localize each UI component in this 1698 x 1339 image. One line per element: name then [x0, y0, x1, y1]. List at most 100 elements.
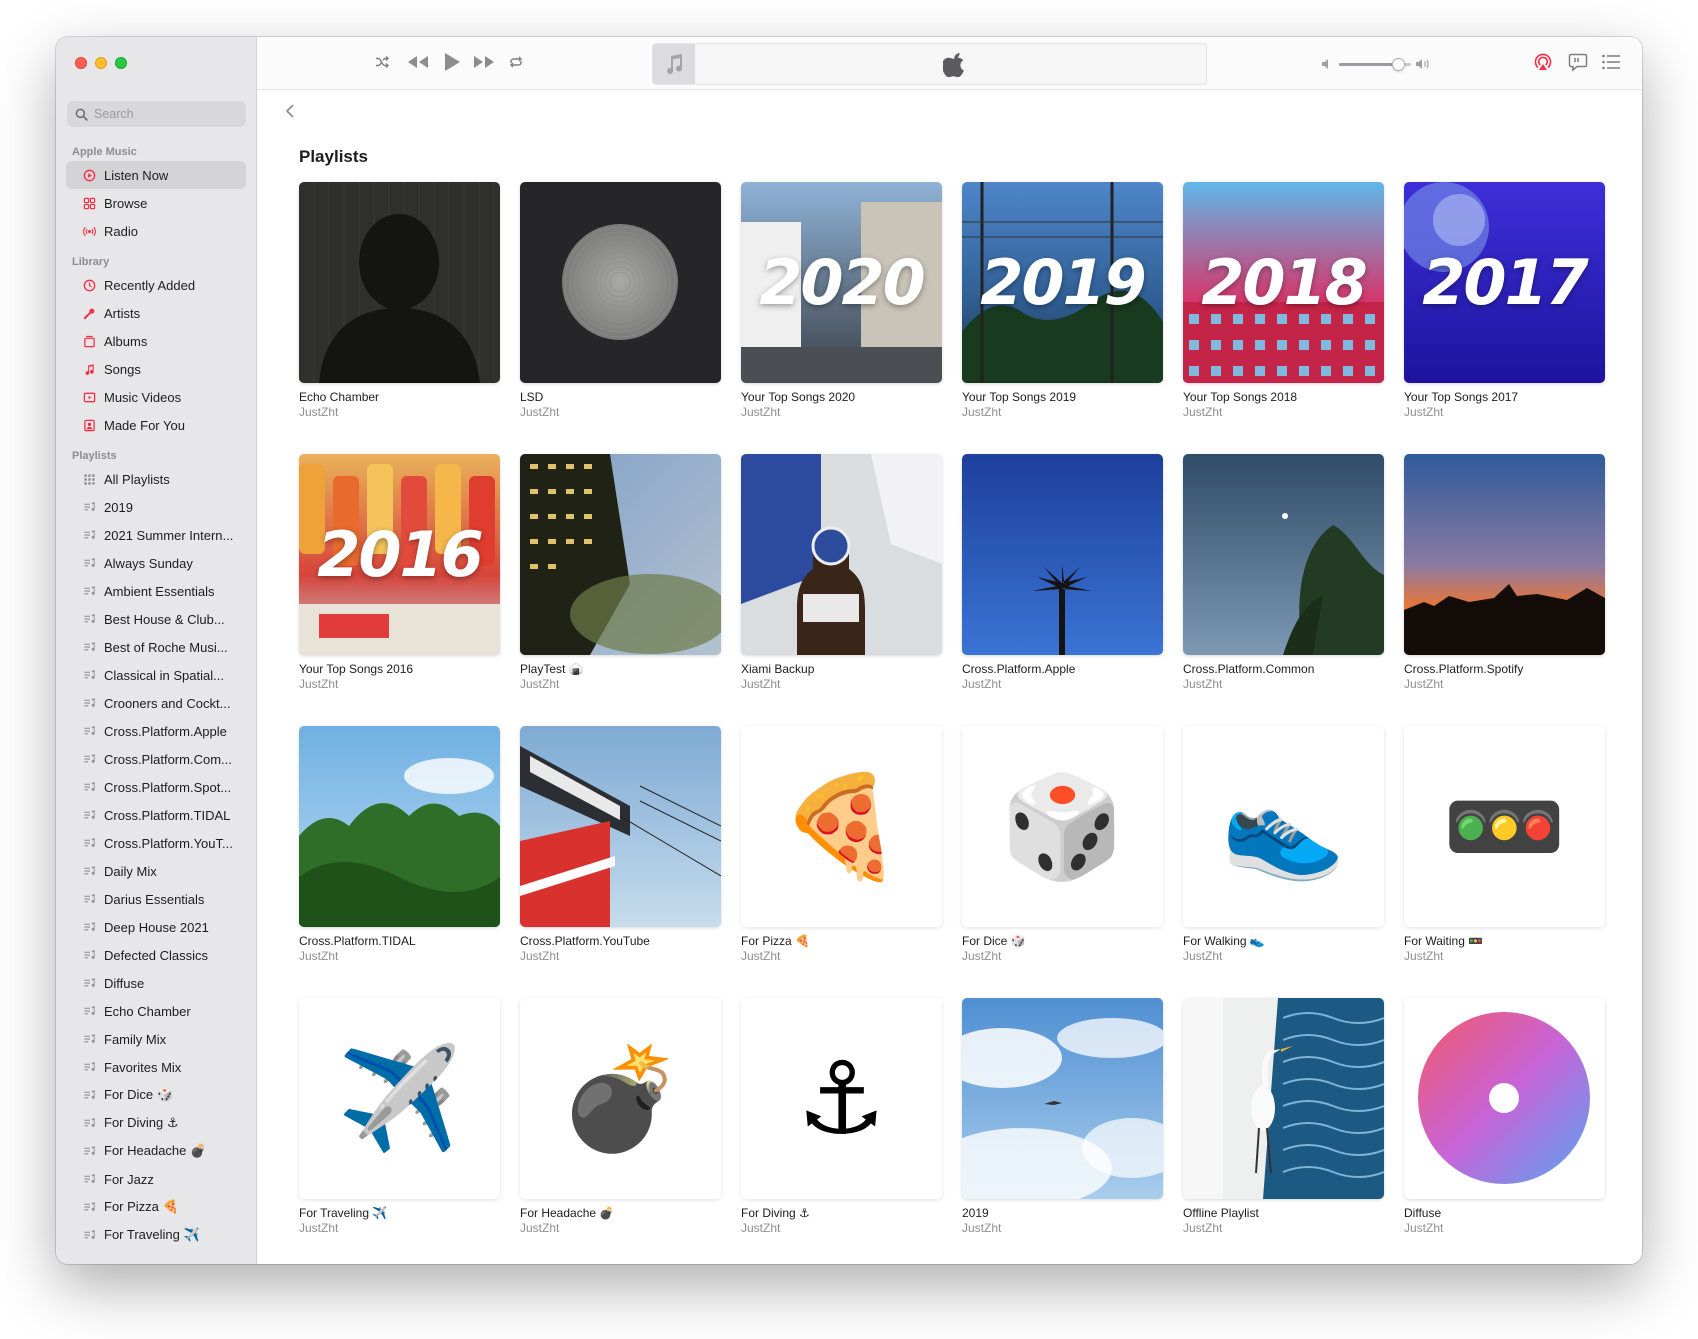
playlist-card-xiami-backup[interactable]: Xiami Backup JustZht	[741, 454, 942, 700]
sidebar-item-family-mix[interactable]: Family Mix	[66, 1025, 246, 1053]
sidebar-item-cross-platform-yout[interactable]: Cross.Platform.YouT...	[66, 829, 246, 857]
playlist-title[interactable]: Your Top Songs 2020	[741, 390, 942, 405]
playlist-card-your-top-songs-2019[interactable]: 2019 Your Top Songs 2019 JustZht	[962, 182, 1163, 428]
sidebar-item-music-videos[interactable]: Music Videos	[66, 383, 246, 411]
sidebar-item-made-for-you[interactable]: Made For You	[66, 411, 246, 439]
sidebar-item-songs[interactable]: Songs	[66, 355, 246, 383]
sidebar-item-cross-platform-com[interactable]: Cross.Platform.Com...	[66, 745, 246, 773]
playlist-card-2019[interactable]: 2019 JustZht	[962, 998, 1163, 1244]
sidebar-item-for-traveling[interactable]: For Traveling ✈️	[66, 1221, 246, 1249]
playlist-card-for-diving[interactable]: ⚓ For Diving ⚓ JustZht	[741, 998, 942, 1244]
playlist-artwork[interactable]: 🎲	[962, 726, 1163, 927]
playlist-artwork[interactable]	[962, 454, 1163, 655]
playlist-title[interactable]: Cross.Platform.TIDAL	[299, 934, 500, 949]
playlist-artwork[interactable]: ✈️	[299, 998, 500, 1199]
playlist-title[interactable]: For Dice 🎲	[962, 934, 1163, 949]
playlist-card-your-top-songs-2016[interactable]: 2016 Your Top Songs 2016 JustZht	[299, 454, 500, 700]
playlist-artwork[interactable]	[962, 998, 1163, 1199]
playlist-card-for-dice[interactable]: 🎲 For Dice 🎲 JustZht	[962, 726, 1163, 972]
previous-button[interactable]	[406, 54, 430, 70]
playlist-title[interactable]: Cross.Platform.Apple	[962, 662, 1163, 677]
playlist-artwork[interactable]: ⚓	[741, 998, 942, 1199]
sidebar-item-ambient-essentials[interactable]: Ambient Essentials	[66, 577, 246, 605]
zoom-window-button[interactable]	[115, 57, 127, 69]
sidebar-item-albums[interactable]: Albums	[66, 327, 246, 355]
playlist-title[interactable]: For Waiting 🚥	[1404, 934, 1605, 949]
playlist-artwork[interactable]	[520, 454, 721, 655]
playlist-card-diffuse[interactable]: Diffuse JustZht	[1404, 998, 1605, 1244]
playlist-artwork[interactable]: 2018	[1183, 182, 1384, 383]
playlist-title[interactable]: Diffuse	[1404, 1206, 1605, 1221]
playlist-title[interactable]: PlayTest 🍙	[520, 662, 721, 677]
playlist-artwork[interactable]	[741, 454, 942, 655]
playlist-artwork[interactable]: 2019	[962, 182, 1163, 383]
volume-knob[interactable]	[1392, 58, 1406, 71]
playlist-title[interactable]: For Headache 💣	[520, 1206, 721, 1221]
shuffle-button[interactable]	[374, 54, 390, 70]
sidebar-item-for-dice[interactable]: For Dice 🎲	[66, 1081, 246, 1109]
sidebar-item-all-playlists[interactable]: All Playlists	[66, 465, 246, 493]
sidebar-item-crooners-and-cockt[interactable]: Crooners and Cockt...	[66, 689, 246, 717]
playlist-title[interactable]: Your Top Songs 2017	[1404, 390, 1605, 405]
playlist-artwork[interactable]	[299, 182, 500, 383]
playlist-card-for-waiting[interactable]: 🚥 For Waiting 🚥 JustZht	[1404, 726, 1605, 972]
playlist-title[interactable]: For Pizza 🍕	[741, 934, 942, 949]
playlist-artwork[interactable]: 2020	[741, 182, 942, 383]
playlist-artwork[interactable]	[299, 726, 500, 927]
back-button[interactable]	[285, 104, 295, 123]
playlist-title[interactable]: Your Top Songs 2018	[1183, 390, 1384, 405]
playlist-title[interactable]: Your Top Songs 2016	[299, 662, 500, 677]
sidebar-item-recently-added[interactable]: Recently Added	[66, 271, 246, 299]
sidebar-item-best-of-roche-musi[interactable]: Best of Roche Musi...	[66, 633, 246, 661]
playlist-artwork[interactable]	[520, 182, 721, 383]
playlist-artwork[interactable]: 👟	[1183, 726, 1384, 927]
playlist-title[interactable]: Cross.Platform.YouTube	[520, 934, 721, 949]
repeat-button[interactable]	[508, 54, 524, 70]
playlist-card-cross-platform-apple[interactable]: Cross.Platform.Apple JustZht	[962, 454, 1163, 700]
playlist-title[interactable]: Xiami Backup	[741, 662, 942, 677]
search-field[interactable]: Search	[67, 101, 246, 127]
playlist-card-offline-playlist[interactable]: Offline Playlist JustZht	[1183, 998, 1384, 1244]
playlist-card-cross-platform-spotify[interactable]: Cross.Platform.Spotify JustZht	[1404, 454, 1605, 700]
sidebar-item-diffuse[interactable]: Diffuse	[66, 969, 246, 997]
playlist-card-your-top-songs-2017[interactable]: 2017 Your Top Songs 2017 JustZht	[1404, 182, 1605, 428]
playlist-card-playtest[interactable]: PlayTest 🍙 JustZht	[520, 454, 721, 700]
sidebar-item-cross-platform-tidal[interactable]: Cross.Platform.TIDAL	[66, 801, 246, 829]
sidebar-item-radio[interactable]: Radio	[66, 217, 246, 245]
volume-control[interactable]	[1321, 57, 1431, 71]
up-next-button[interactable]	[1601, 53, 1621, 71]
sidebar-item-browse[interactable]: Browse	[66, 189, 246, 217]
sidebar-item-echo-chamber[interactable]: Echo Chamber	[66, 997, 246, 1025]
playlist-card-cross-platform-common[interactable]: Cross.Platform.Common JustZht	[1183, 454, 1384, 700]
lyrics-button[interactable]	[1568, 52, 1588, 72]
playlist-title[interactable]: For Diving ⚓	[741, 1206, 942, 1221]
playlist-artwork[interactable]: 2016	[299, 454, 500, 655]
playlist-title[interactable]: For Walking 👟	[1183, 934, 1384, 949]
playlist-card-for-pizza[interactable]: 🍕 For Pizza 🍕 JustZht	[741, 726, 942, 972]
sidebar-item-cross-platform-apple[interactable]: Cross.Platform.Apple	[66, 717, 246, 745]
playlist-card-cross-platform-youtube[interactable]: Cross.Platform.YouTube JustZht	[520, 726, 721, 972]
playlist-artwork[interactable]: 🍕	[741, 726, 942, 927]
sidebar-item-artists[interactable]: Artists	[66, 299, 246, 327]
sidebar-item-classical-in-spatial[interactable]: Classical in Spatial...	[66, 661, 246, 689]
playlist-artwork[interactable]	[1183, 998, 1384, 1199]
playlist-artwork[interactable]	[1183, 454, 1384, 655]
sidebar-item-2019[interactable]: 2019	[66, 493, 246, 521]
playlist-artwork[interactable]	[1404, 454, 1605, 655]
sidebar-item-for-headache[interactable]: For Headache 💣	[66, 1137, 246, 1165]
playlist-title[interactable]: LSD	[520, 390, 721, 405]
play-button[interactable]	[443, 52, 461, 72]
sidebar-item-for-jazz[interactable]: For Jazz	[66, 1165, 246, 1193]
playlist-card-cross-platform-tidal[interactable]: Cross.Platform.TIDAL JustZht	[299, 726, 500, 972]
sidebar-item-deep-house-2021[interactable]: Deep House 2021	[66, 913, 246, 941]
sidebar-item-best-house-club[interactable]: Best House & Club...	[66, 605, 246, 633]
playlist-card-for-traveling[interactable]: ✈️ For Traveling ✈️ JustZht	[299, 998, 500, 1244]
playlist-title[interactable]: Cross.Platform.Spotify	[1404, 662, 1605, 677]
playlist-title[interactable]: Echo Chamber	[299, 390, 500, 405]
airplay-button[interactable]	[1533, 52, 1553, 72]
playlist-title[interactable]: Offline Playlist	[1183, 1206, 1384, 1221]
playlist-title[interactable]: For Traveling ✈️	[299, 1206, 500, 1221]
playlist-card-echo-chamber[interactable]: Echo Chamber JustZht	[299, 182, 500, 428]
sidebar-item-listen-now[interactable]: Listen Now	[66, 161, 246, 189]
sidebar-item-for-diving[interactable]: For Diving ⚓	[66, 1109, 246, 1137]
